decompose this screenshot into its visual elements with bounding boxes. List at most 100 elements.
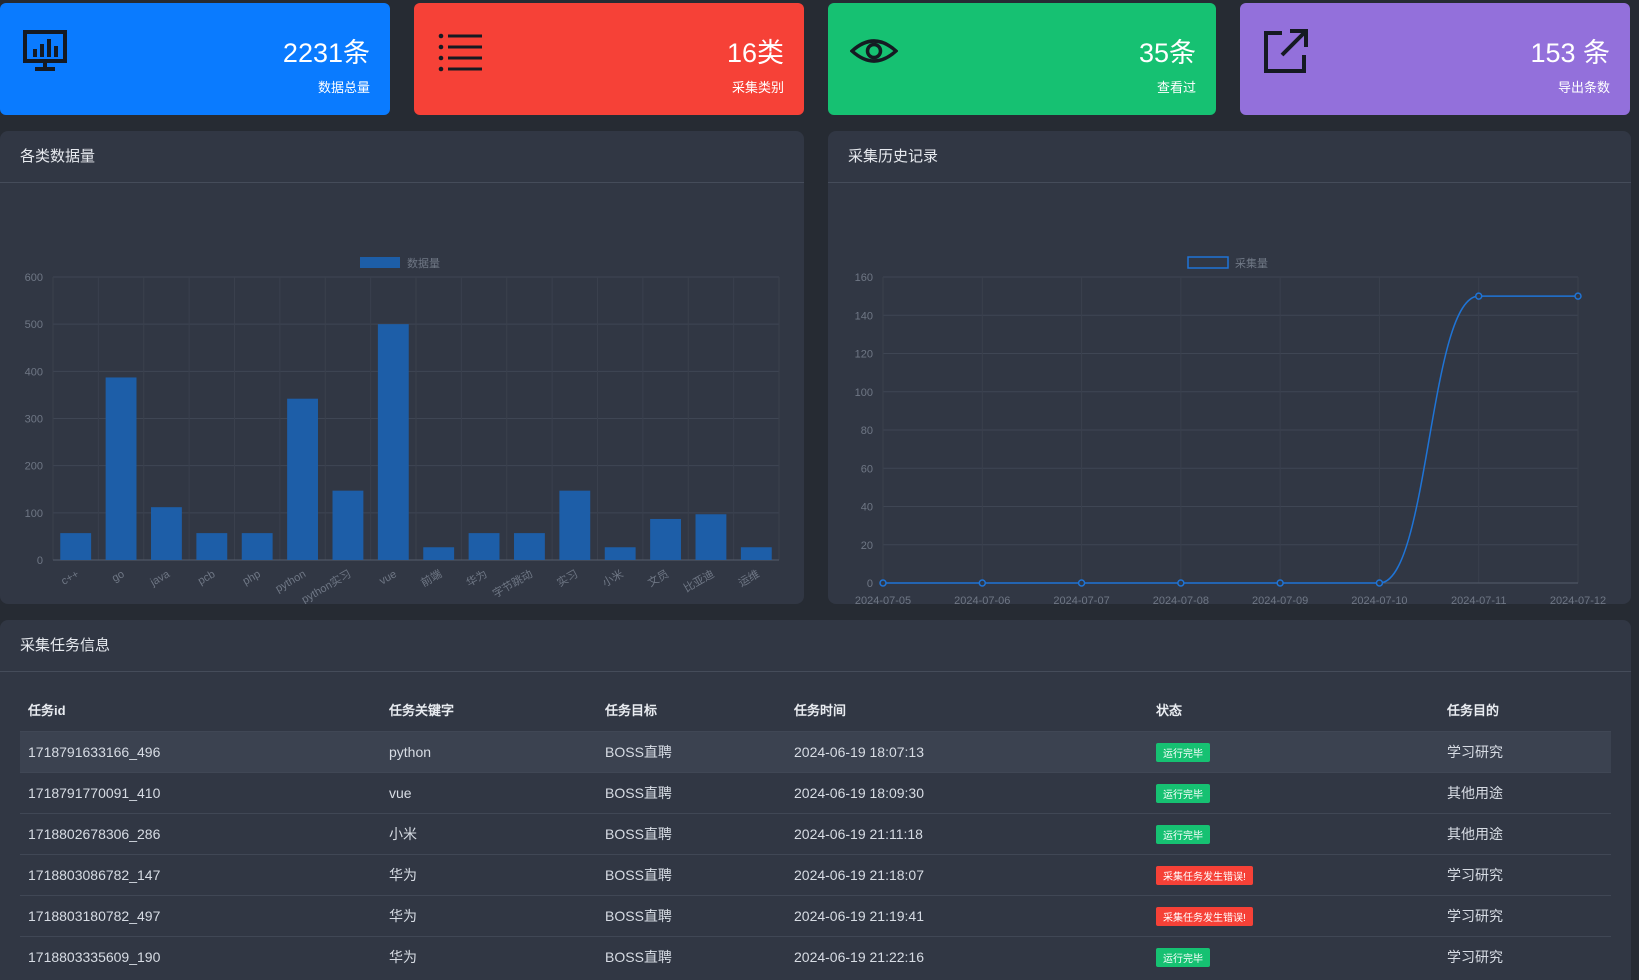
cell-time: 2024-06-19 21:11:18 [786, 813, 1148, 855]
x-tick-label: 2024-07-11 [1451, 595, 1506, 604]
x-tick-label: 小米 [600, 567, 626, 589]
table-row[interactable]: 1718791633166_496 python BOSS直聘 2024-06-19 … [20, 731, 1611, 773]
table-row[interactable]: 1718791770091_410 vue BOSS直聘 2024-06-19 18:… [20, 772, 1611, 814]
x-tick-label: 2024-07-10 [1351, 595, 1407, 604]
cell-task-id: 1718802678306_286 [20, 813, 381, 855]
table-row[interactable]: 1718803335609_190 华为 BOSS直聘 2024-06-19 21:2… [20, 936, 1611, 977]
legend-swatch [1187, 256, 1229, 269]
cell-time: 2024-06-19 21:19:41 [786, 895, 1148, 937]
cell-purpose: 学习研究 [1439, 731, 1611, 773]
cell-status: 采集任务发生错误! [1148, 895, 1439, 937]
y-tick-label: 100 [855, 387, 873, 399]
status-badge: 采集任务发生错误! [1156, 906, 1253, 926]
cell-purpose: 其他用途 [1439, 772, 1611, 814]
data-point [879, 579, 887, 587]
x-tick-label: java [148, 568, 173, 589]
bar-chart-panel: 各类数据量 0 100 200 300 400 500 600 c++ go java pcb php… [0, 131, 804, 604]
column-header: 任务目标 [605, 703, 658, 718]
x-tick-label: go [110, 568, 127, 585]
bar [241, 533, 273, 560]
y-tick-label: 20 [861, 540, 873, 552]
table-row[interactable]: 1718803180782_497 华为 BOSS直聘 2024-06-19 21:1… [20, 895, 1611, 937]
x-tick-label: 运维 [736, 567, 762, 589]
y-tick-label: 80 [861, 425, 873, 437]
x-tick-label: 前端 [418, 566, 444, 589]
bar-chart: 0 100 200 300 400 500 600 c++ go java pcb php python… [25, 256, 780, 604]
status-badge: 运行完毕 [1156, 947, 1210, 967]
monitor-chart-icon [23, 30, 67, 71]
cell-task-id: 1718791770091_410 [20, 772, 381, 814]
legend-swatch [360, 257, 400, 268]
table-row[interactable]: 1718802678306_286 小米 BOSS直聘 2024-06-19 21:1… [20, 813, 1611, 855]
cell-keyword: 华为 [381, 895, 597, 937]
cell-time: 2024-06-19 21:18:07 [786, 854, 1148, 896]
bar [105, 377, 137, 560]
task-table: 任务id 任务关键字 任务目标 任务时间 状态 任务目的 17187916331… [20, 688, 1611, 977]
bar [559, 490, 591, 560]
data-point [1077, 579, 1086, 587]
column-header: 任务目的 [1447, 703, 1500, 718]
cell-status: 运行完毕 [1148, 731, 1439, 773]
data-point [1276, 579, 1284, 587]
bar [151, 507, 182, 560]
bar [740, 547, 772, 560]
status-badge: 运行完毕 [1156, 783, 1210, 803]
y-tick-label: 160 [855, 272, 873, 284]
y-tick-label: 0 [37, 555, 43, 567]
stat-label: 查看过 [1156, 80, 1196, 95]
x-tick-label: php [241, 568, 263, 588]
y-tick-label: 140 [855, 310, 873, 322]
y-tick-label: 100 [25, 508, 43, 520]
data-point [978, 579, 987, 587]
x-tick-label: 2024-07-12 [1550, 595, 1606, 604]
status-badge: 运行完毕 [1156, 742, 1210, 762]
cell-status: 运行完毕 [1148, 772, 1439, 814]
cell-target: BOSS直聘 [597, 731, 786, 773]
cell-task-id: 1718803086782_147 [20, 854, 381, 896]
stat-label: 采集类别 [731, 80, 784, 95]
cell-keyword: vue [381, 772, 597, 814]
x-tick-label: 2024-07-06 [954, 595, 1010, 604]
line-chart: 0 20 40 60 80 100 120 140 160 2024-07-05 2024-07-0… [855, 256, 1607, 604]
task-table-wrap: 任务id 任务关键字 任务目标 任务时间 状态 任务目的 17187916331… [20, 688, 1611, 977]
cell-purpose: 学习研究 [1439, 895, 1611, 937]
cell-purpose: 学习研究 [1439, 854, 1611, 896]
panel-title: 各类数据量 [0, 131, 804, 183]
bar [650, 518, 681, 560]
eye-icon [850, 39, 898, 63]
external-link-icon [1264, 29, 1308, 73]
cell-keyword: python [381, 731, 597, 773]
x-tick-label: 2024-07-09 [1252, 595, 1308, 604]
bar [695, 514, 727, 560]
bar [468, 533, 500, 560]
x-tick-label: python实习 [299, 566, 354, 604]
column-header: 任务关键字 [389, 703, 455, 718]
stat-label: 数据总量 [317, 80, 370, 95]
table-row[interactable]: 1718803086782_147 华为 BOSS直聘 2024-06-19 21:1… [20, 854, 1611, 896]
y-tick-label: 60 [861, 463, 873, 475]
x-tick-label: 华为 [464, 566, 490, 589]
panel-title: 采集任务信息 [0, 620, 1631, 672]
data-point [1375, 579, 1384, 587]
cell-status: 采集任务发生错误! [1148, 854, 1439, 896]
stat-value: 16类 [726, 38, 784, 68]
cell-status: 运行完毕 [1148, 936, 1439, 977]
cell-target: BOSS直聘 [597, 813, 786, 855]
cell-task-id: 1718791633166_496 [20, 731, 381, 773]
cell-task-id: 1718803335609_190 [20, 936, 381, 977]
x-tick-label: vue [377, 568, 398, 587]
cell-target: BOSS直聘 [597, 936, 786, 977]
y-tick-label: 200 [25, 461, 43, 473]
status-badge: 采集任务发生错误! [1156, 865, 1253, 885]
line-chart-panel: 采集历史记录 0 20 40 60 80 100 120 140 160 2024-07-05 20… [828, 131, 1631, 604]
x-tick-label: 2024-07-07 [1053, 595, 1109, 604]
y-tick-label: 120 [855, 349, 873, 361]
bar [377, 324, 409, 560]
column-header: 状态 [1156, 703, 1183, 718]
x-tick-label: 2024-07-05 [855, 595, 911, 604]
x-tick-label: 比亚迪 [681, 567, 716, 595]
panel-title: 采集历史记录 [828, 131, 1631, 183]
bar [604, 547, 636, 560]
cell-task-id: 1718803180782_497 [20, 895, 381, 937]
stat-card-total: 2231条 数据总量 [0, 3, 390, 115]
